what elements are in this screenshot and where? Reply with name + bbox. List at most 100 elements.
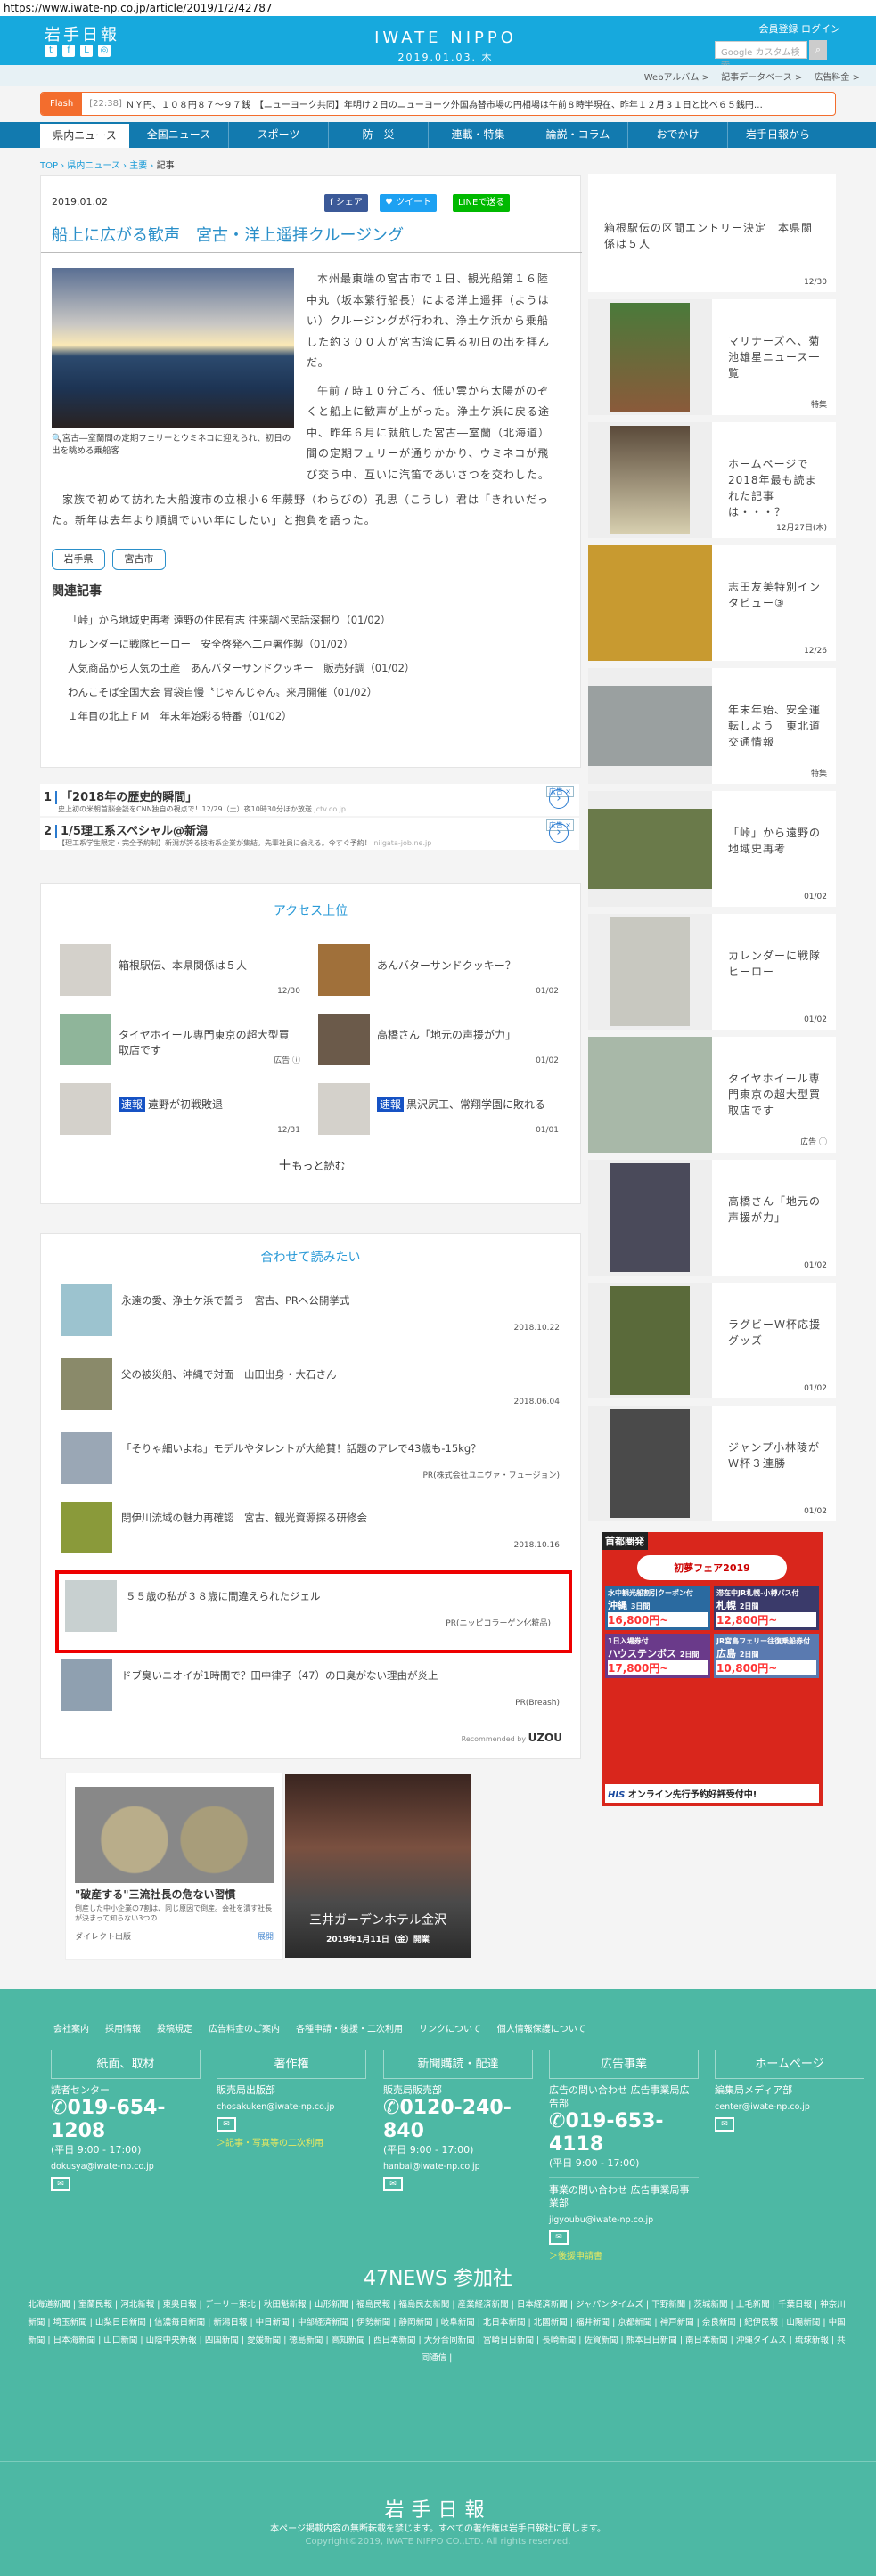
phone[interactable]: ✆019-653-4118	[549, 2110, 699, 2156]
nav-disaster[interactable]: 防 災	[329, 122, 429, 148]
recommend-item[interactable]: 閉伊川流域の魅力再確認 宮古、観光資源探る研修会 2018.10.16	[61, 1502, 560, 1553]
mail-icon[interactable]: ✉	[549, 2230, 569, 2245]
news47-member-link[interactable]: 北日本新聞	[483, 2318, 526, 2327]
news47-member-link[interactable]: 四国新聞	[205, 2336, 239, 2345]
recommend-item[interactable]: 「そりゃ細いよね」モデルやタレントが大絶賛！話題のアレで43歳も-15kg？ PR…	[61, 1432, 560, 1484]
footer-link[interactable]: 各種申請・後援・二次利用	[296, 2021, 403, 2034]
register-link[interactable]: 会員登録	[759, 23, 798, 35]
search-input[interactable]: Google カスタム検索	[715, 41, 807, 71]
news47-member-link[interactable]: 日本海新聞	[53, 2336, 96, 2345]
news47-member-link[interactable]: 山陽新聞	[786, 2318, 820, 2327]
flash-news-bar[interactable]: Flash [22:38] ＮＹ円、１０８円８７～９７銭 【ニューヨーク共同】年…	[40, 92, 836, 116]
news47-member-link[interactable]: 山口新聞	[103, 2336, 137, 2345]
secondary-use-link[interactable]: ＞記事・写真等の二次利用	[217, 2137, 373, 2150]
chevron-right-icon[interactable]: ›	[549, 789, 569, 809]
news47-member-link[interactable]: 高知新聞	[332, 2336, 365, 2345]
nav-outings[interactable]: おでかけ	[628, 122, 728, 148]
news47-member-link[interactable]: 徳島新聞	[289, 2336, 323, 2345]
news47-member-link[interactable]: 河北新報	[120, 2300, 154, 2310]
promo-ad[interactable]: 1 「2018年の歴史的瞬間」 史上初の米朝首脳会談をCNN独自の視点で！12/2…	[40, 784, 579, 816]
news47-member-link[interactable]: 西日本新聞	[373, 2336, 416, 2345]
email[interactable]: dokusya@iwate-np.co.jp	[51, 2160, 207, 2173]
hotel-ad[interactable]: 三井ガーデンホテル金沢 2019年1月11日（金）開業	[285, 1774, 471, 1958]
sidebar-item[interactable]: ホームページで2018年最も読まれた記事は・・・？ 12月27日(木)	[588, 422, 836, 538]
breadcrumb-top[interactable]: TOP	[40, 161, 58, 171]
news47-member-link[interactable]: 北海道新聞	[28, 2300, 70, 2310]
footer-link[interactable]: 広告料金のご案内	[209, 2021, 280, 2034]
news47-member-link[interactable]: 山陰中央新報	[146, 2336, 197, 2345]
footer-link[interactable]: 採用情報	[105, 2021, 141, 2034]
footer-link[interactable]: 会社案内	[53, 2021, 89, 2034]
login-link[interactable]: ログイン	[801, 23, 840, 35]
line-share-button[interactable]: LINEで送る	[453, 194, 511, 212]
native-ad[interactable]: "破産する"三流社長の危ない習慣 倒産した中小企業の7割は、同じ原因で倒産。会社…	[65, 1773, 283, 1960]
related-link[interactable]: カレンダーに戦隊ヒーロー 安全啓発へ二戸署作製（01/02）	[68, 632, 414, 656]
line-icon[interactable]: L	[80, 45, 93, 57]
ranking-item[interactable]: 速報 遠野が初戦敗退 12/31	[60, 1083, 300, 1135]
news47-member-link[interactable]: 産業経済新聞	[458, 2300, 509, 2310]
sidebar-item[interactable]: ラグビーＷ杯応援グッズ 01/02	[588, 1283, 836, 1398]
phone[interactable]: ✆019-654-1208	[51, 2097, 207, 2143]
breadcrumb-local[interactable]: 県内ニュース	[67, 161, 120, 171]
recommend-item[interactable]: ドブ臭いニオイが1時間で？田中律子（47）の口臭がない理由が炎上 PR(Breas…	[61, 1659, 560, 1711]
news47-member-link[interactable]: 福島民報	[356, 2300, 390, 2310]
news47-member-link[interactable]: 大分合同新聞	[424, 2336, 475, 2345]
news47-member-link[interactable]: 山形新聞	[315, 2300, 348, 2310]
news47-member-link[interactable]: 福島民友新聞	[398, 2300, 449, 2310]
related-link[interactable]: １年目の北上ＦＭ 年末年始彩る特番（01/02）	[68, 705, 414, 729]
sidebar-item[interactable]: ジャンプ小林陵がＷ杯３連勝 01/02	[588, 1406, 836, 1521]
ranking-item[interactable]: 箱根駅伝、本県関係は５人 12/30	[60, 944, 300, 996]
news47-member-link[interactable]: 奈良新聞	[702, 2318, 736, 2327]
instagram-icon[interactable]: ◎	[98, 45, 111, 57]
nav-local-news[interactable]: 県内ニュース	[40, 124, 129, 148]
mail-icon[interactable]: ✉	[383, 2177, 403, 2191]
sidebar-item[interactable]: 「峠」から遠野の地域史再考 01/02	[588, 791, 836, 907]
news47-member-link[interactable]: 中日新聞	[256, 2318, 290, 2327]
sidebar-item[interactable]: タイヤホイール専門東京の超大型買取店です 広告 ⓘ	[588, 1037, 836, 1153]
news47-member-link[interactable]: 愛媛新聞	[247, 2336, 281, 2345]
tweet-button[interactable]: ♥ ツイート	[380, 194, 438, 212]
news47-member-link[interactable]: ジャパンタイムズ	[576, 2300, 643, 2310]
news47-member-link[interactable]: 千葉日報	[778, 2300, 812, 2310]
related-link[interactable]: わんこそば全国大会 胃袋自慢〝じゃんじゃん〟来月開催（01/02）	[68, 681, 414, 705]
email[interactable]: jigyoubu@iwate-np.co.jp	[549, 2213, 699, 2227]
ranking-item[interactable]: あんバターサンドクッキー？ 01/02	[318, 944, 559, 996]
facebook-share-button[interactable]: f シェア	[324, 194, 368, 212]
zoom-icon[interactable]: 🔍	[52, 434, 62, 444]
sidebar-item[interactable]: カレンダーに戦隊ヒーロー 01/02	[588, 914, 836, 1030]
news47-member-link[interactable]: 琉球新報	[795, 2336, 829, 2345]
address-bar[interactable]: https://www.iwate-np.co.jp/article/2019/…	[0, 0, 876, 16]
sidebar-item[interactable]: 志田友美特別インタビュー③ 12/26	[588, 545, 836, 661]
tag-iwate[interactable]: 岩手県	[52, 549, 105, 570]
footer-link[interactable]: 投稿規定	[157, 2021, 192, 2034]
related-link[interactable]: 「峠」から地域史再考 遠野の住民有志 往来調べ民話深掘り（01/02）	[68, 608, 414, 632]
flash-text[interactable]: ＮＹ円、１０８円８７～９７銭 【ニューヨーク共同】年明け２日のニューヨーク外国為…	[126, 97, 763, 110]
mail-icon[interactable]: ✉	[51, 2177, 70, 2191]
news47-member-link[interactable]: 中部経済新聞	[298, 2318, 348, 2327]
twitter-icon[interactable]: t	[45, 45, 57, 57]
news47-member-link[interactable]: 埼玉新聞	[53, 2318, 87, 2327]
news47-member-link[interactable]: 新潟日報	[213, 2318, 247, 2327]
article-database-link[interactable]: 記事データベース >	[721, 73, 802, 83]
recommend-item[interactable]: 永遠の愛、浄土ケ浜で誓う 宮古、PRへ公開挙式 2018.10.22	[61, 1284, 560, 1336]
ad-open-link[interactable]: 展開	[258, 1930, 274, 1942]
news47-member-link[interactable]: 紀伊民報	[744, 2318, 778, 2327]
news47-member-link[interactable]: 秋田魁新報	[264, 2300, 307, 2310]
news47-member-link[interactable]: 長崎新聞	[542, 2336, 576, 2345]
email[interactable]: hanbai@iwate-np.co.jp	[383, 2160, 539, 2173]
news47-member-link[interactable]: 岐阜新聞	[441, 2318, 475, 2327]
news47-member-link[interactable]: 熊本日日新聞	[626, 2336, 677, 2345]
news47-member-link[interactable]: 沖縄タイムス	[736, 2336, 787, 2345]
ranking-item[interactable]: タイヤホイール専門東京の超大型買取店です 広告 ⓘ	[60, 1014, 300, 1065]
article-photo[interactable]	[52, 268, 294, 428]
news47-member-link[interactable]: 伊勢新聞	[356, 2318, 390, 2327]
mail-icon[interactable]: ✉	[715, 2117, 734, 2132]
email[interactable]: center@iwate-np.co.jp	[715, 2100, 871, 2114]
site-logo[interactable]: 岩手日報	[45, 22, 119, 45]
news47-member-link[interactable]: 東奥日報	[163, 2300, 197, 2310]
nav-columns[interactable]: 論説・コラム	[528, 122, 628, 148]
nav-features[interactable]: 連載・特集	[429, 122, 528, 148]
brand-logo[interactable]: IWATE NIPPO	[348, 29, 544, 47]
nav-sports[interactable]: スポーツ	[229, 122, 329, 148]
chevron-right-icon[interactable]: ›	[549, 823, 569, 843]
